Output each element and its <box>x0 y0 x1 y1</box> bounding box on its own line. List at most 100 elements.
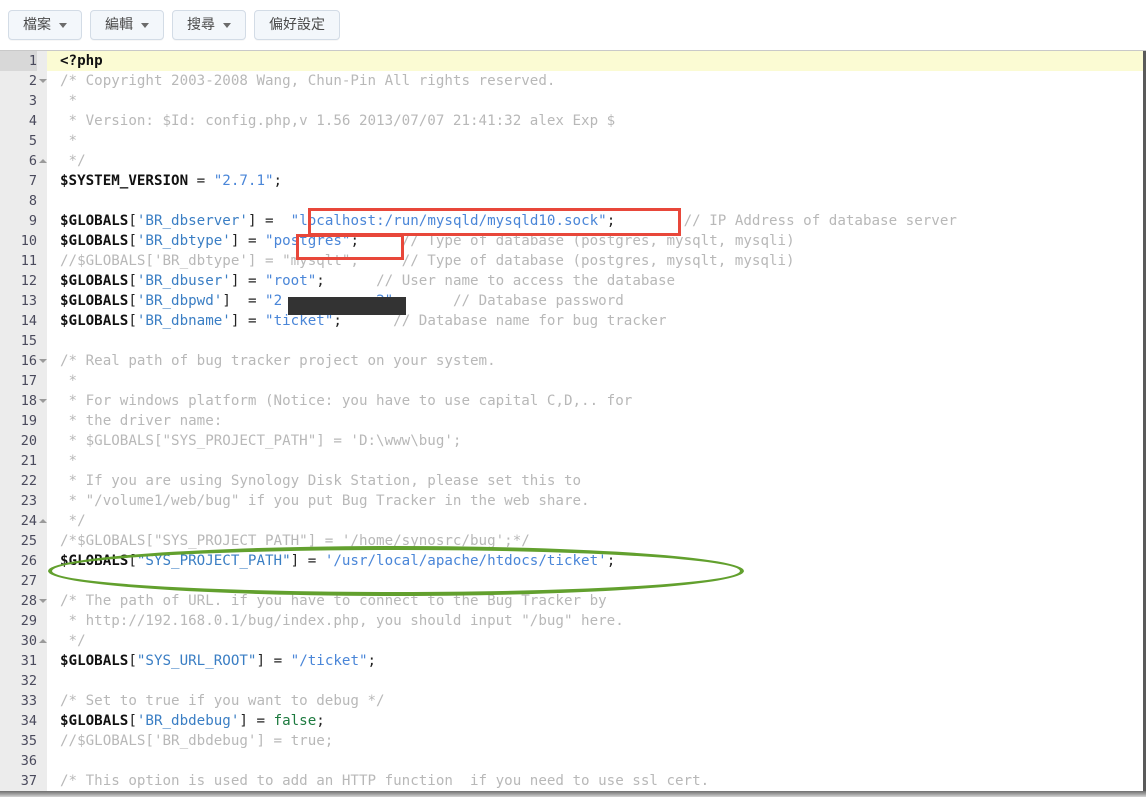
code-line[interactable]: 10 $GLOBALS['BR_dbtype'] = "postgres"; //… <box>0 231 1143 251</box>
fold-spacer <box>39 751 47 771</box>
code-line[interactable]: 19 * the driver name: <box>0 411 1143 431</box>
code-line-text: <?php <box>60 51 103 71</box>
code-token: $GLOBALS <box>60 553 129 569</box>
code-line[interactable]: 12 $GLOBALS['BR_dbuser'] = "root"; // Use… <box>0 271 1143 291</box>
code-line[interactable]: 9 $GLOBALS['BR_dbserver'] = "localhost:/r… <box>0 211 1143 231</box>
line-number: 24 <box>0 511 37 531</box>
code-editor[interactable]: 1 <?php 2 /* Copyright 2003-2008 Wang, Chun… <box>0 51 1146 791</box>
code-token: = <box>299 553 325 569</box>
line-number: 36 <box>0 751 37 771</box>
fold-collapse-icon[interactable] <box>39 71 47 91</box>
code-token: $SYSTEM_VERSION <box>60 173 189 189</box>
code-content[interactable]: 1 <?php 2 /* Copyright 2003-2008 Wang, Chun… <box>0 51 1143 791</box>
edit-menu-button[interactable]: 編輯 <box>90 10 164 40</box>
code-line[interactable]: 26 $GLOBALS["SYS_PROJECT_PATH"] = '/usr/l… <box>0 551 1143 571</box>
code-line-text: * <box>60 451 78 471</box>
code-line[interactable]: 34 $GLOBALS['BR_dbdebug'] = false; <box>0 711 1143 731</box>
fold-expand-icon[interactable] <box>39 151 47 171</box>
line-number: 26 <box>0 551 37 571</box>
code-line[interactable]: 21 * <box>0 451 1143 471</box>
code-token: 'BR_dbtype' <box>136 233 231 249</box>
fold-collapse-icon[interactable] <box>39 591 47 611</box>
code-line[interactable]: 22 * If you are using Synology Disk Stat… <box>0 471 1143 491</box>
fold-spacer <box>39 551 47 571</box>
code-line-text: * For windows platform (Notice: you have… <box>60 391 633 411</box>
code-line[interactable]: 6 */ <box>0 151 1143 171</box>
code-token: // Database name for bug tracker <box>393 313 667 329</box>
code-token: "2 2" <box>265 293 394 309</box>
code-line[interactable]: 17 * <box>0 371 1143 391</box>
code-token: ; <box>606 553 616 569</box>
code-token: $GLOBALS <box>60 273 129 289</box>
code-token: //$GLOBALS['BR_dbtype'] = "mysqlt"; // T… <box>60 253 795 269</box>
code-line[interactable]: 13 $GLOBALS['BR_dbpwd'] = "2 2"; // Datab… <box>0 291 1143 311</box>
code-line[interactable]: 15 <box>0 331 1143 351</box>
triangle-icon <box>39 79 47 83</box>
code-line[interactable]: 1 <?php <box>0 51 1143 71</box>
code-line[interactable]: 37 /* This option is used to add an HTTP … <box>0 771 1143 791</box>
line-number: 18 <box>0 391 37 411</box>
fold-spacer <box>39 671 47 691</box>
code-line[interactable]: 30 */ <box>0 631 1143 651</box>
fold-expand-icon[interactable] <box>39 631 47 651</box>
code-line[interactable]: 5 * <box>0 131 1143 151</box>
line-number: 17 <box>0 371 37 391</box>
code-line[interactable]: 20 * $GLOBALS["SYS_PROJECT_PATH"] = 'D:\… <box>0 431 1143 451</box>
code-line[interactable]: 14 $GLOBALS['BR_dbname'] = "ticket"; // D… <box>0 311 1143 331</box>
line-number: 27 <box>0 571 37 591</box>
code-token: ] <box>239 713 248 729</box>
code-token: "root" <box>265 273 317 289</box>
fold-collapse-icon[interactable] <box>39 351 47 371</box>
fold-expand-icon[interactable] <box>39 511 47 531</box>
fold-spacer <box>39 51 47 71</box>
fold-spacer <box>39 451 47 471</box>
code-token: ] <box>290 553 300 569</box>
fold-collapse-icon[interactable] <box>39 391 47 411</box>
code-line[interactable]: 32 <box>0 671 1143 691</box>
code-token: * <box>60 133 78 149</box>
code-line[interactable]: 33 /* Set to true if you want to debug */ <box>0 691 1143 711</box>
code-line[interactable]: 29 * http://192.168.0.1/bug/index.php, y… <box>0 611 1143 631</box>
toolbar: 檔案 編輯 搜尋 偏好設定 <box>0 0 1146 51</box>
code-line-text: */ <box>60 511 86 531</box>
code-line[interactable]: 25 /*$GLOBALS["SYS_PROJECT_PATH"] = '/hom… <box>0 531 1143 551</box>
code-line[interactable]: 36 <box>0 751 1143 771</box>
code-line[interactable]: 28 /* The path of URL. if you have to con… <box>0 591 1143 611</box>
fold-spacer <box>39 431 47 451</box>
code-line[interactable]: 7 $SYSTEM_VERSION = "2.7.1"; <box>0 171 1143 191</box>
file-menu-button[interactable]: 檔案 <box>8 10 82 40</box>
window-bottom-edge <box>0 791 1146 797</box>
code-line-text: * Version: $Id: config.php,v 1.56 2013/0… <box>60 111 616 131</box>
code-line[interactable]: 18 * For windows platform (Notice: you h… <box>0 391 1143 411</box>
code-line[interactable]: 16 /* Real path of bug tracker project on… <box>0 351 1143 371</box>
code-line[interactable]: 23 * "/volume1/web/bug" if you put Bug T… <box>0 491 1143 511</box>
code-token: ] <box>256 653 266 669</box>
fold-spacer <box>39 111 47 131</box>
code-token: /* The path of URL. if you have to conne… <box>60 593 607 609</box>
line-number: 8 <box>0 191 37 211</box>
line-number: 28 <box>0 591 37 611</box>
code-line[interactable]: 11 //$GLOBALS['BR_dbtype'] = "mysqlt"; //… <box>0 251 1143 271</box>
code-token: * <box>60 373 78 389</box>
code-line[interactable]: 35 //$GLOBALS['BR_dbdebug'] = true; <box>0 731 1143 751</box>
code-line[interactable]: 3 * <box>0 91 1143 111</box>
code-line[interactable]: 27 <box>0 571 1143 591</box>
code-line-text: $GLOBALS['BR_dbpwd'] = "2 2"; // Databas… <box>60 291 624 311</box>
current-line-highlight <box>47 51 1143 71</box>
preferences-button[interactable]: 偏好設定 <box>254 10 340 40</box>
code-line[interactable]: 31 $GLOBALS["SYS_URL_ROOT"] = "/ticket"; <box>0 651 1143 671</box>
fold-spacer <box>39 531 47 551</box>
code-token: // Database password <box>452 293 624 309</box>
code-line[interactable]: 8 <box>0 191 1143 211</box>
code-line-text: /* Set to true if you want to debug */ <box>60 691 385 711</box>
code-token: ; <box>316 273 377 289</box>
code-token: $GLOBALS <box>60 713 129 729</box>
code-line[interactable]: 4 * Version: $Id: config.php,v 1.56 2013… <box>0 111 1143 131</box>
code-token: /* Set to true if you want to debug */ <box>60 693 385 709</box>
code-line-text: /* Real path of bug tracker project on y… <box>60 351 496 371</box>
code-line[interactable]: 24 */ <box>0 511 1143 531</box>
code-line[interactable]: 2 /* Copyright 2003-2008 Wang, Chun-Pin A… <box>0 71 1143 91</box>
code-line-text: //$GLOBALS['BR_dbtype'] = "mysqlt"; // T… <box>60 251 795 271</box>
fold-spacer <box>39 691 47 711</box>
search-menu-button[interactable]: 搜尋 <box>172 10 246 40</box>
